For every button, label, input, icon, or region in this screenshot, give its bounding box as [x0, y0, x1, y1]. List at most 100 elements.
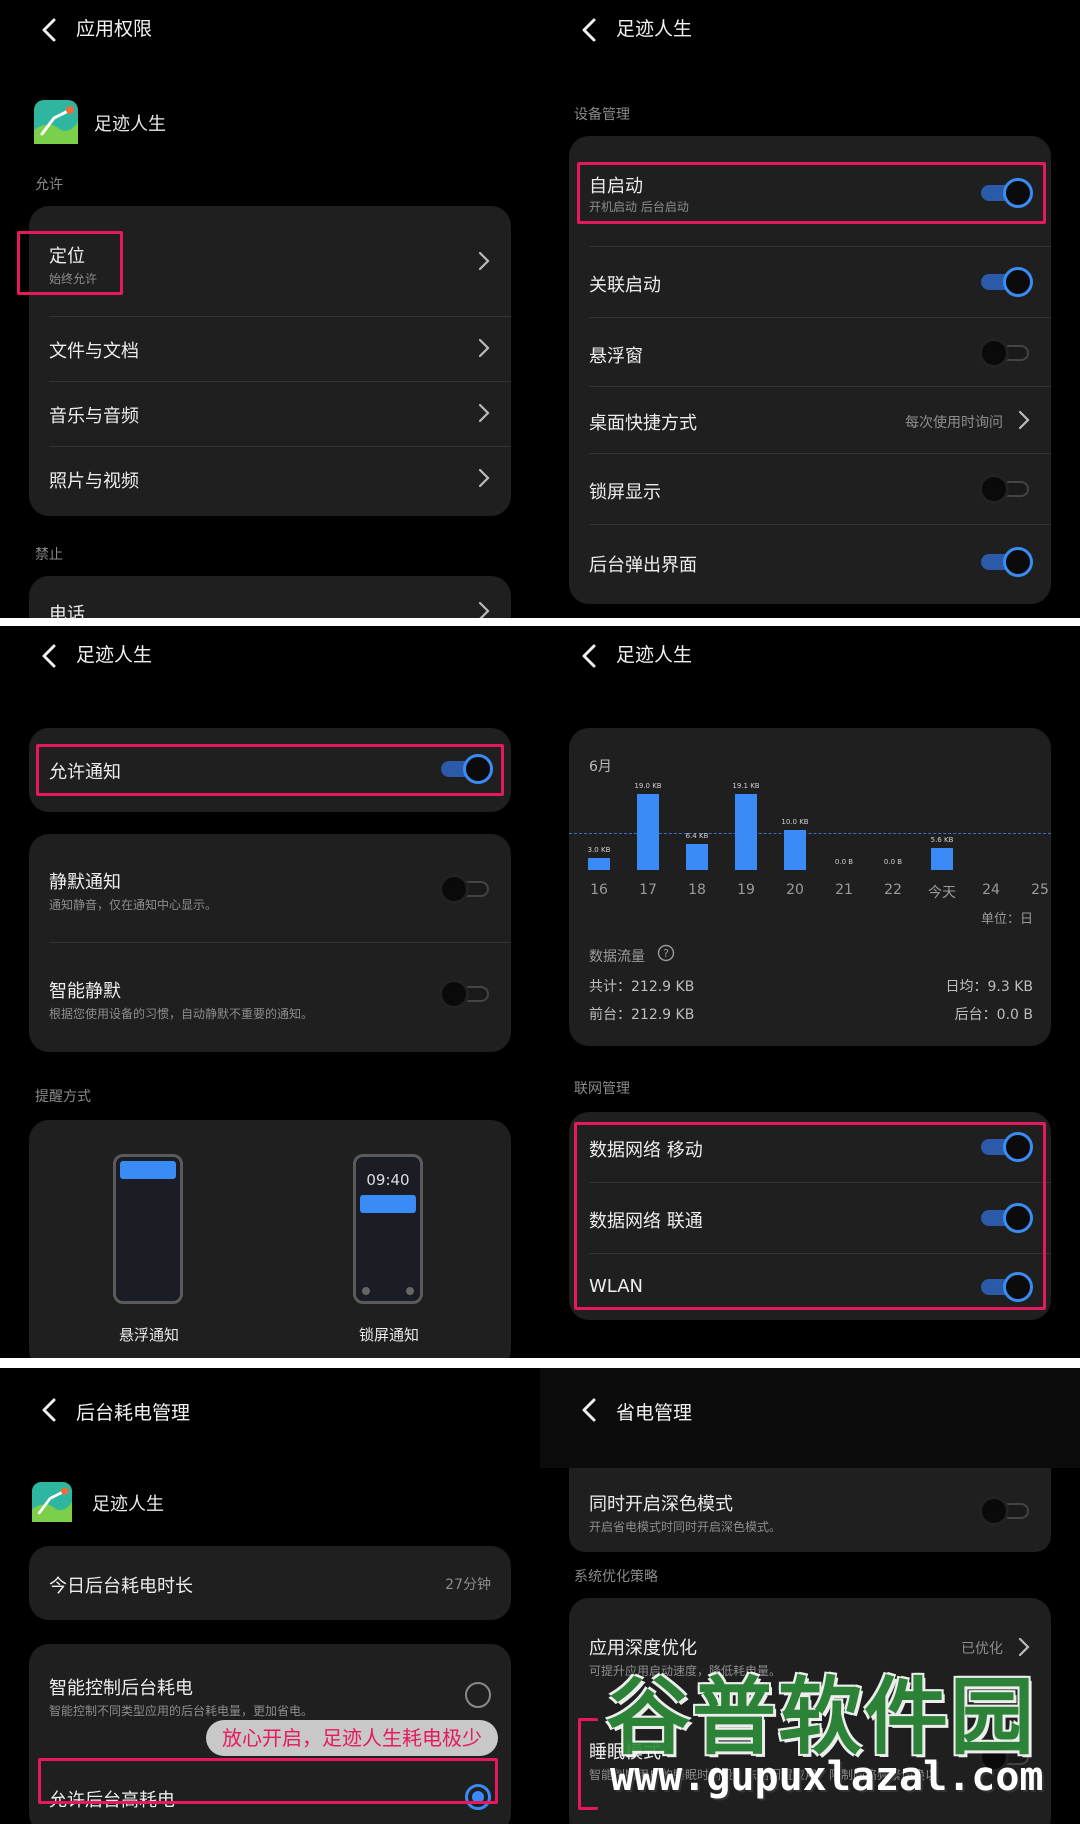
back-arrow-icon[interactable] [576, 1396, 604, 1424]
back-arrow-icon[interactable] [36, 16, 64, 44]
floating-window-toggle[interactable] [979, 338, 1033, 368]
float-notify-preview [113, 1154, 183, 1304]
app-logo-icon [34, 100, 78, 144]
svg-text:?: ? [663, 947, 669, 960]
denied-permissions-card: 电话 [29, 576, 511, 618]
header: 后台耗电管理 [0, 1368, 540, 1448]
x-tick-label: 25 [1031, 882, 1049, 898]
background-popup-toggle[interactable] [979, 547, 1033, 577]
row-smart-silent: 智能静默 根据您使用设备的习惯，自动静默不重要的通知。 [29, 943, 511, 1051]
row-dark-mode: 同时开启深色模式 开启省电模式时同时开启深色模式。 [569, 1468, 1051, 1552]
bar-value-label: 0.0 B [883, 858, 903, 866]
bar-value-label: 10.0 KB [781, 818, 809, 826]
highlight-box [574, 1122, 1046, 1310]
highlight-box [17, 231, 123, 295]
lock-screen-display-toggle[interactable] [979, 474, 1033, 504]
row-today-usage: 今日后台耗电时长 27分钟 [49, 1576, 491, 1597]
total-traffic: 共计：212.9 KB [589, 979, 695, 995]
x-tick-label: 20 [786, 882, 804, 898]
back-arrow-icon[interactable] [576, 16, 604, 44]
chevron-right-icon [478, 338, 490, 358]
watermark: 谷普软件园 www.gupuxlazal.com [596, 1644, 1080, 1824]
bar [931, 847, 953, 870]
panel-device-management: 足迹人生 设备管理 自启动 开机启动 后台启动 关联启动 悬浮窗 桌面快捷方式 … [540, 0, 1080, 618]
header: 足迹人生 [0, 626, 540, 686]
x-tick-label: 21 [835, 882, 853, 898]
bar [784, 830, 806, 870]
watermark-url: www.gupuxlazal.com [610, 1754, 1044, 1800]
background-traffic: 后台：0.0 B [954, 1007, 1033, 1023]
bar [637, 794, 659, 870]
panel-data-usage: 足迹人生 6月 3.0 KB 16 19.0 KB 17 6.4 KB 18 19.1 KB… [540, 626, 1080, 1358]
lock-notify-label: 锁屏通知 [358, 1326, 419, 1344]
chevron-right-icon [1018, 410, 1030, 430]
lock-notify-preview: 09:40 [353, 1154, 423, 1304]
x-tick-label: 19 [737, 882, 755, 898]
row-lock-screen-display: 锁屏显示 [569, 454, 1051, 524]
traffic-chart-card: 6月 3.0 KB 16 19.0 KB 17 6.4 KB 18 19.1 KB 19 10.… [569, 728, 1051, 1046]
section-network-label: 联网管理 [574, 1081, 630, 1097]
watermark-brand: 谷普软件园 [606, 1668, 1037, 1766]
dark-mode-card: 同时开启深色模式 开启省电模式时同时开启深色模式。 [569, 1468, 1051, 1552]
x-tick-label: 18 [688, 882, 706, 898]
smart-control-radio[interactable] [465, 1682, 491, 1708]
x-tick-label: 16 [590, 882, 608, 898]
panel-separator [0, 618, 1080, 626]
row-desktop-shortcut[interactable]: 桌面快捷方式 每次使用时询问 [569, 387, 1051, 453]
section-deny-label: 禁止 [35, 547, 63, 563]
float-notify-option[interactable]: 悬浮通知 [109, 1154, 209, 1354]
highlight-box [38, 1758, 498, 1804]
foreground-traffic: 前台：212.9 KB [589, 1007, 695, 1023]
header: 省电管理 [540, 1368, 1080, 1468]
silent-notify-toggle[interactable] [439, 874, 493, 904]
app-logo-icon [32, 1482, 72, 1522]
bar-value-label: 5.6 KB [930, 835, 954, 844]
page-title: 足迹人生 [616, 644, 693, 666]
header: 足迹人生 [540, 0, 1080, 60]
permission-music[interactable]: 音乐与音频 [29, 382, 511, 446]
x-tick-label: 24 [982, 882, 1000, 898]
chevron-right-icon [478, 251, 490, 271]
linked-start-toggle[interactable] [979, 267, 1033, 297]
bar-value-label: 19.1 KB [732, 781, 760, 790]
dark-mode-toggle[interactable] [979, 1496, 1033, 1526]
section-device-label: 设备管理 [574, 107, 630, 123]
today-usage-card: 今日后台耗电时长 27分钟 [29, 1546, 511, 1620]
page-title: 足迹人生 [76, 644, 153, 666]
help-icon[interactable]: ? [657, 944, 675, 962]
x-tick-label: 17 [639, 882, 657, 898]
section-allow-label: 允许 [35, 177, 63, 193]
page-title: 应用权限 [76, 18, 153, 40]
row-background-popup: 后台弹出界面 [569, 525, 1051, 603]
highlight-box [577, 162, 1046, 224]
lock-notify-option[interactable]: 09:40 锁屏通知 [349, 1154, 449, 1354]
panel-separator [0, 1358, 1080, 1368]
chevron-right-icon [478, 403, 490, 423]
header: 足迹人生 [540, 626, 1080, 686]
highlight-box [578, 1718, 598, 1810]
permission-photos[interactable]: 照片与视频 [29, 447, 511, 511]
page-title: 足迹人生 [616, 18, 693, 40]
back-arrow-icon[interactable] [36, 642, 64, 670]
smart-silent-toggle[interactable] [439, 979, 493, 1009]
permission-files[interactable]: 文件与文档 [29, 317, 511, 381]
section-optimize-label: 系统优化策略 [574, 1569, 658, 1585]
silent-settings-card: 静默通知 通知静音，仅在通知中心显示。 智能静默 根据您使用设备的习惯，自动静默… [29, 834, 511, 1052]
bar-value-label: 19.0 KB [634, 782, 662, 790]
annotation-badge: 放心开启，足迹人生耗电极少 [206, 1720, 498, 1756]
bar-value-label: 6.4 KB [685, 832, 709, 841]
bar-chart: 3.0 KB 16 19.0 KB 17 6.4 KB 18 19.1 KB 19 10.0 K… [569, 728, 1051, 918]
panel-app-permissions: 应用权限 足迹人生 允许 定位 始终允许 文件与文档 音乐与音频 照片与视频 禁… [0, 0, 540, 618]
row-silent-notify: 静默通知 通知静音，仅在通知中心显示。 [29, 834, 511, 942]
back-arrow-icon[interactable] [36, 1396, 64, 1424]
section-remind-label: 提醒方式 [35, 1089, 91, 1105]
remind-style-card: 悬浮通知 09:40 锁屏通知 [29, 1120, 511, 1358]
back-arrow-icon[interactable] [576, 642, 604, 670]
daily-average: 日均：9.3 KB [945, 979, 1034, 995]
x-tick-label: 今天 [928, 885, 956, 901]
permission-phone[interactable]: 电话 [29, 576, 511, 618]
highlight-box [36, 744, 504, 796]
bar-value-label: 0.0 B [834, 858, 854, 866]
page-title: 省电管理 [616, 1402, 693, 1424]
chevron-right-icon [478, 468, 490, 488]
